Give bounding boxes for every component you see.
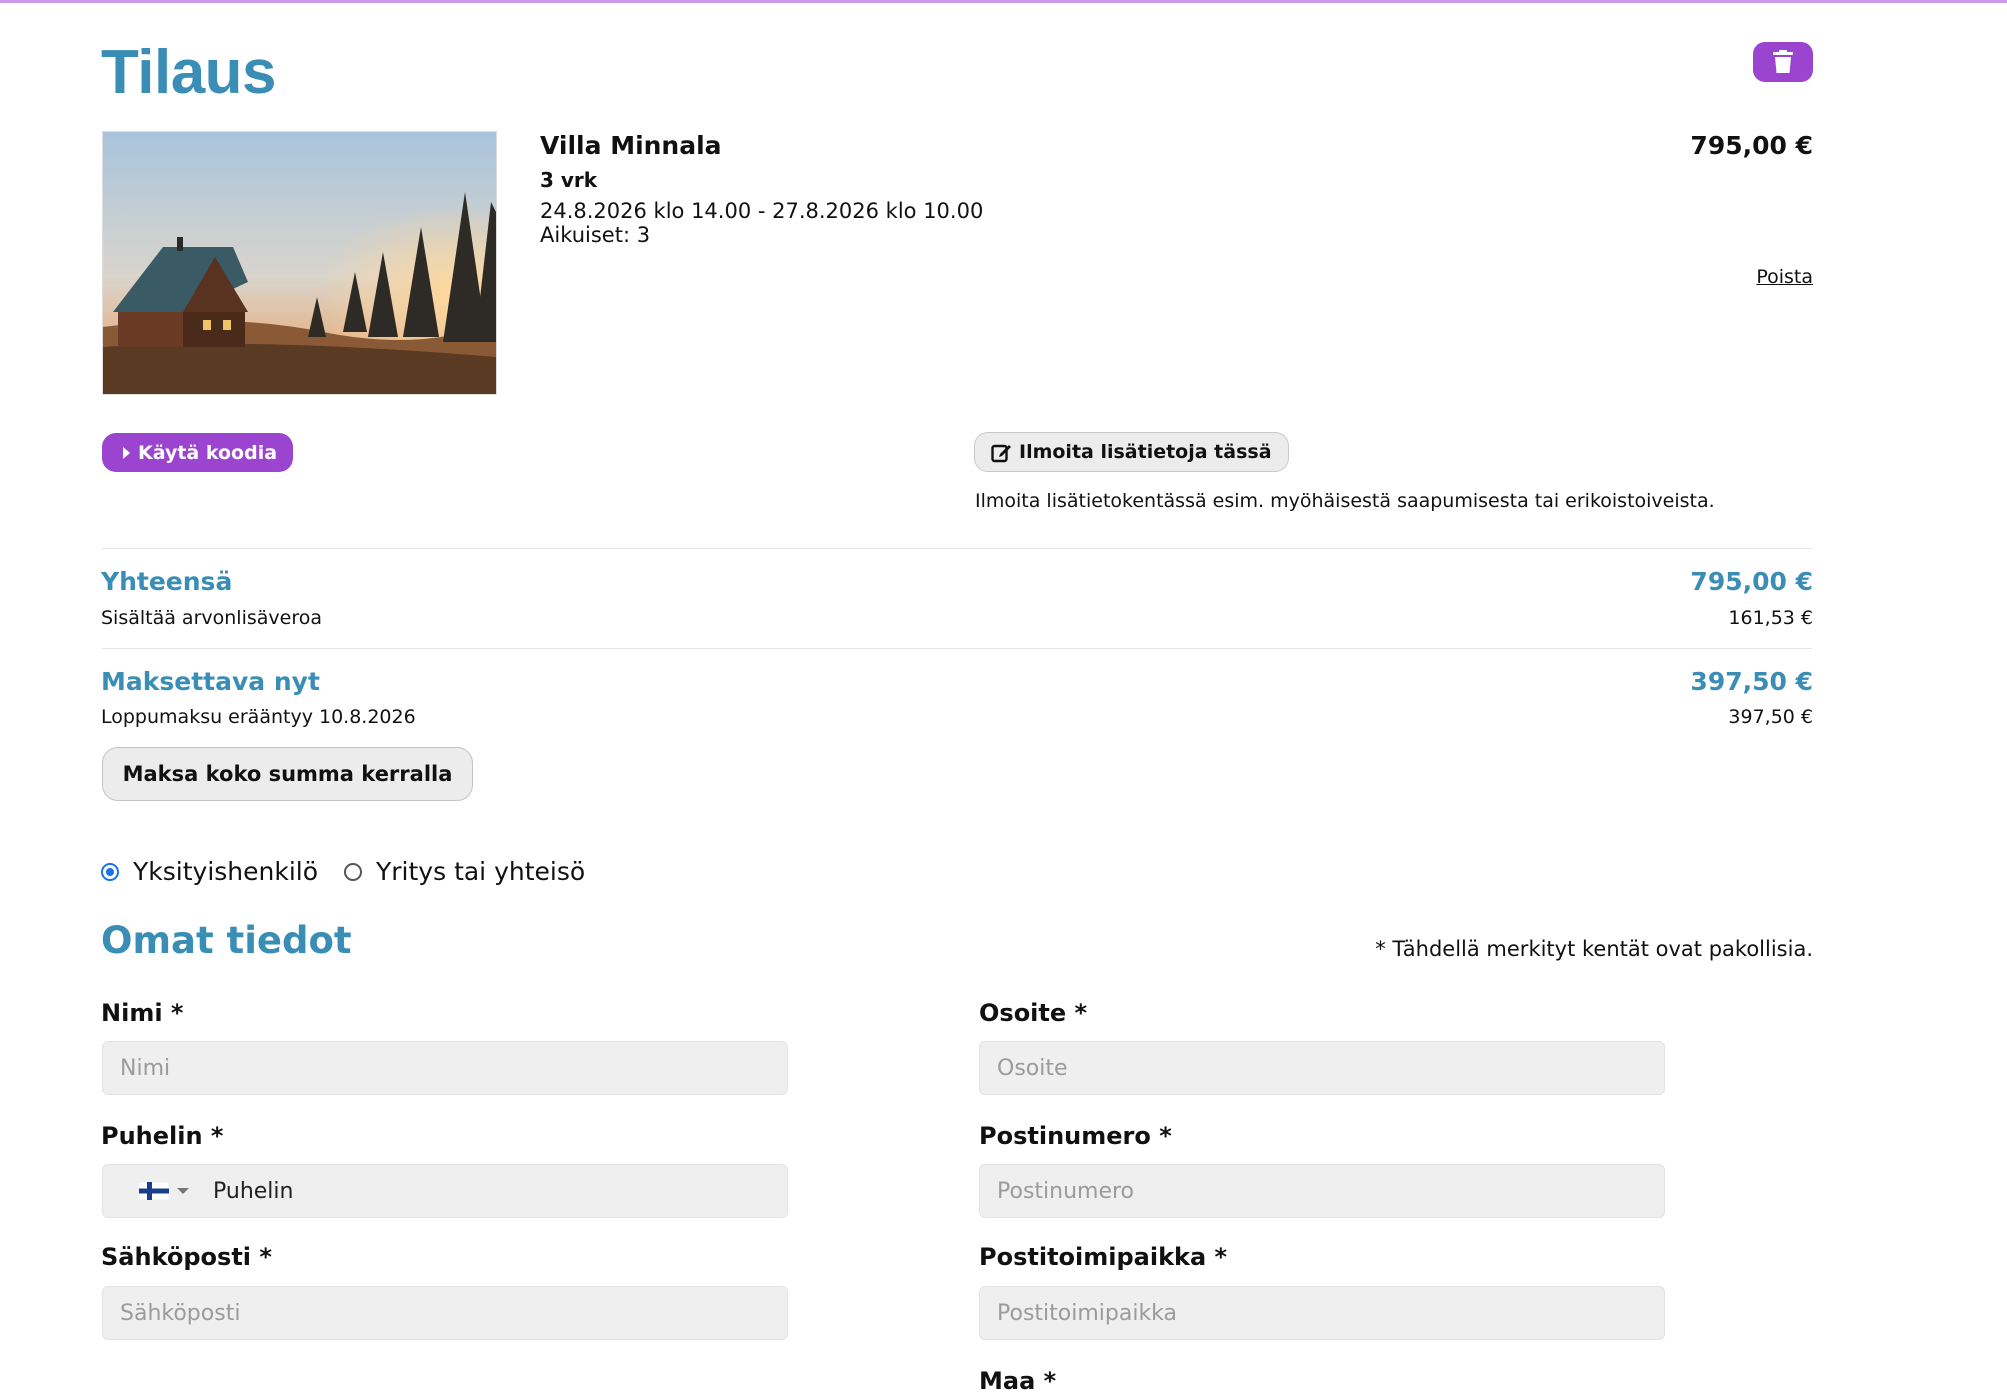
product-guests: Aikuiset: 3 — [540, 223, 651, 247]
name-label: Nimi * — [101, 999, 184, 1027]
form-heading: Omat tiedot — [101, 919, 352, 962]
email-label: Sähköposti * — [101, 1243, 272, 1271]
page-title: Tilaus — [101, 38, 277, 107]
radio-company-label: Yritys tai yhteisö — [376, 857, 586, 886]
add-notes-button[interactable]: Ilmoita lisätietoja tässä — [974, 432, 1289, 472]
apply-code-label: Käytä koodia — [138, 441, 278, 464]
divider — [102, 548, 1812, 549]
address-label: Osoite * — [979, 999, 1088, 1027]
product-name: Villa Minnala — [540, 131, 722, 160]
final-payment-label: Loppumaksu erääntyy 10.8.2026 — [101, 706, 416, 728]
notes-hint: Ilmoita lisätietokentässä esim. myöhäise… — [975, 490, 1715, 512]
phone-label: Puhelin * — [101, 1122, 224, 1150]
divider — [102, 648, 1812, 649]
product-image — [102, 131, 497, 395]
delete-order-button[interactable] — [1753, 42, 1813, 82]
radio-private-label: Yksityishenkilö — [133, 857, 319, 886]
vat-value: 161,53 € — [1728, 607, 1813, 629]
phone-field[interactable] — [102, 1164, 788, 1218]
city-input[interactable] — [979, 1286, 1665, 1340]
trash-icon — [1773, 50, 1793, 73]
due-now-label: Maksettava nyt — [101, 667, 320, 696]
add-notes-label: Ilmoita lisätietoja tässä — [1019, 441, 1272, 463]
radio-private[interactable]: Yksityishenkilö — [101, 857, 318, 886]
email-input[interactable] — [102, 1286, 788, 1340]
total-value: 795,00 € — [1690, 567, 1813, 596]
zip-label: Postinumero * — [979, 1122, 1172, 1150]
finland-flag-icon — [139, 1182, 169, 1200]
caret-right-icon — [123, 446, 130, 459]
radio-private-input[interactable] — [101, 862, 119, 881]
country-code-select[interactable] — [139, 1182, 189, 1200]
edit-icon — [991, 444, 1011, 462]
name-input[interactable] — [102, 1041, 788, 1095]
vat-label: Sisältää arvonlisäveroa — [101, 607, 322, 629]
apply-code-button[interactable]: Käytä koodia — [102, 433, 294, 472]
final-payment-value: 397,50 € — [1728, 706, 1813, 728]
country-label: Maa * — [979, 1367, 1057, 1395]
city-label: Postitoimipaikka * — [979, 1243, 1228, 1271]
radio-company-input[interactable] — [344, 862, 362, 881]
phone-input[interactable] — [211, 1164, 787, 1218]
remove-product-link[interactable]: Poista — [1756, 266, 1813, 288]
product-dates: 24.8.2026 klo 14.00 - 27.8.2026 klo 10.0… — [540, 199, 984, 223]
required-note: * Tähdellä merkityt kentät ovat pakollis… — [1375, 937, 1813, 961]
product-duration: 3 vrk — [540, 168, 598, 192]
due-now-value: 397,50 € — [1690, 667, 1813, 696]
pay-full-button[interactable]: Maksa koko summa kerralla — [102, 747, 473, 801]
chevron-down-icon — [177, 1188, 189, 1194]
address-input[interactable] — [979, 1041, 1665, 1095]
total-label: Yhteensä — [101, 567, 233, 596]
product-price: 795,00 € — [1690, 131, 1813, 160]
radio-company[interactable]: Yritys tai yhteisö — [344, 857, 585, 886]
zip-input[interactable] — [979, 1164, 1665, 1218]
